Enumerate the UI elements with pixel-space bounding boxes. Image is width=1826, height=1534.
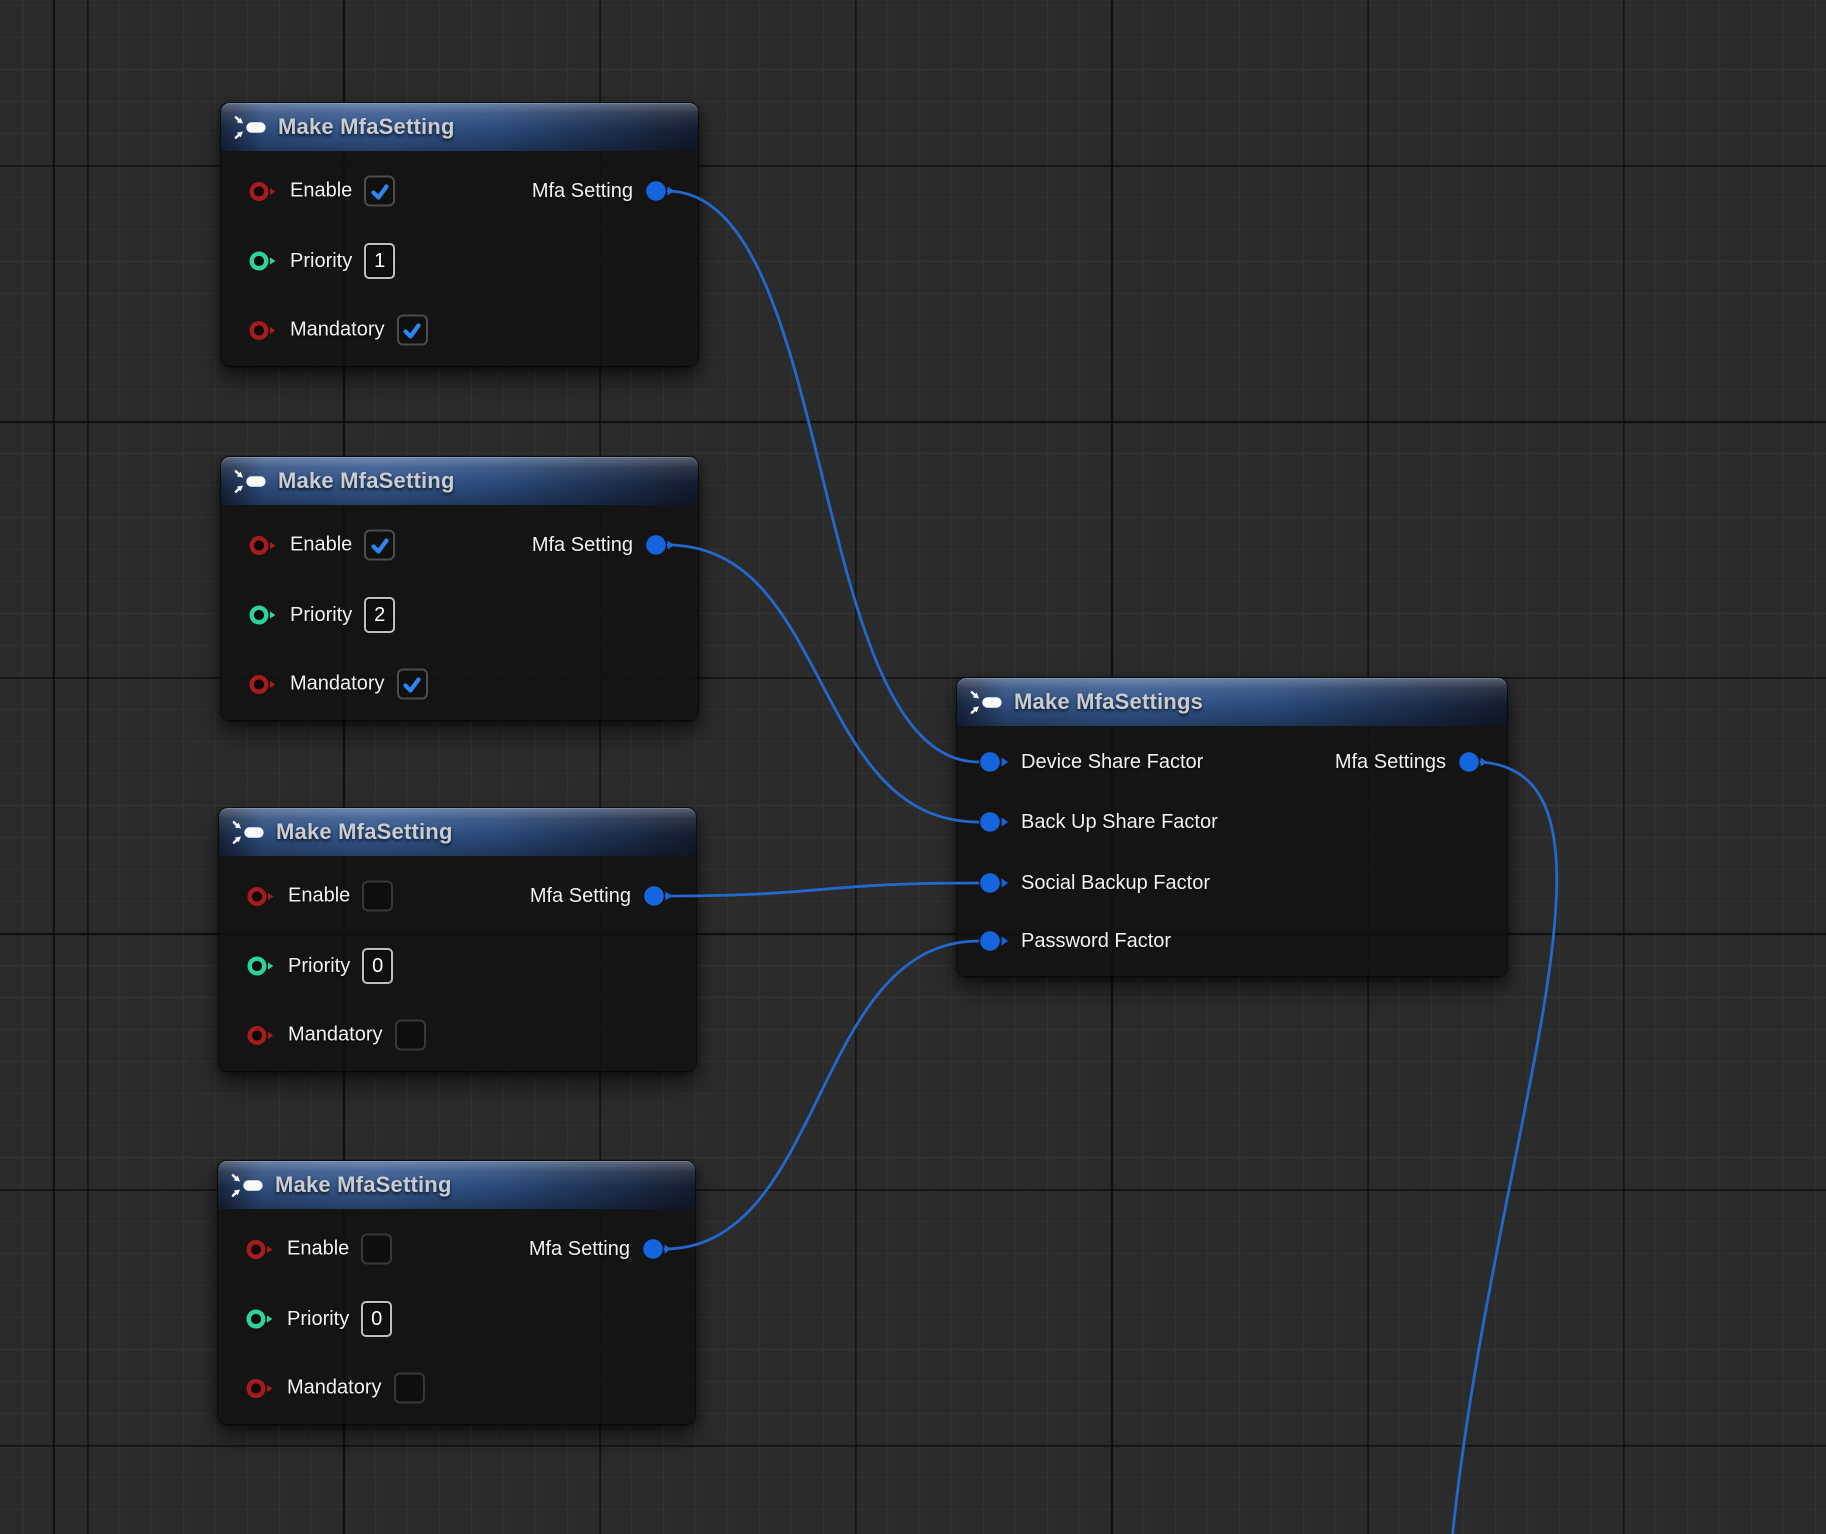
node-title: Make MfaSetting [278, 114, 455, 140]
priority-input[interactable]: 0 [362, 948, 393, 984]
struct-pin-icon[interactable] [642, 1237, 672, 1261]
pin-label: Back Up Share Factor [1021, 811, 1218, 834]
priority-input[interactable]: 1 [364, 243, 395, 279]
pin-label: Enable [287, 1238, 349, 1261]
pin-label: Mfa Setting [532, 534, 633, 557]
int-pin-icon[interactable] [246, 954, 276, 978]
bool-pin-icon[interactable] [245, 1376, 275, 1400]
make-struct-icon [231, 1173, 265, 1198]
struct-pin-icon[interactable] [979, 750, 1009, 774]
node-title: Make MfaSetting [278, 468, 455, 494]
pin-label: Device Share Factor [1021, 751, 1203, 774]
pin-label: Social Backup Factor [1021, 872, 1210, 895]
int-pin-icon[interactable] [248, 249, 278, 273]
check-icon [369, 534, 391, 556]
pin-label: Mfa Setting [532, 180, 633, 203]
int-pin-icon[interactable] [248, 603, 278, 627]
check-icon [369, 180, 391, 202]
struct-pin-icon[interactable] [979, 871, 1009, 895]
node-header[interactable]: Make MfaSettings [957, 678, 1507, 726]
struct-pin-icon[interactable] [645, 533, 675, 557]
bool-pin-icon[interactable] [248, 179, 278, 203]
enable-checkbox[interactable] [362, 881, 393, 912]
node-header[interactable]: Make MfaSetting [221, 457, 698, 505]
bool-pin-icon[interactable] [248, 318, 278, 342]
bool-pin-icon[interactable] [248, 533, 278, 557]
int-pin-icon[interactable] [245, 1307, 275, 1331]
pin-label: Mfa Setting [530, 885, 631, 908]
make-struct-icon [232, 820, 266, 845]
bool-pin-icon[interactable] [248, 672, 278, 696]
node-make-mfasettings[interactable]: Make MfaSettings Device Share Factor Bac… [957, 678, 1507, 976]
graph-canvas[interactable]: Make MfaSetting Enable Priority 1 Mandat… [0, 0, 1826, 1534]
struct-pin-icon[interactable] [979, 810, 1009, 834]
make-struct-icon [234, 115, 268, 140]
priority-input[interactable]: 2 [364, 597, 395, 633]
mandatory-checkbox[interactable] [397, 669, 428, 700]
mandatory-checkbox[interactable] [394, 1373, 425, 1404]
node-make-mfasetting-4[interactable]: Make MfaSetting Enable Priority 0 Mandat… [218, 1161, 695, 1424]
pin-label: Mandatory [290, 319, 385, 342]
bool-pin-icon[interactable] [246, 1023, 276, 1047]
wire-node4-to-password-factor[interactable] [664, 941, 979, 1249]
pin-label: Mandatory [288, 1024, 383, 1047]
struct-pin-icon[interactable] [979, 929, 1009, 953]
node-header[interactable]: Make MfaSetting [221, 103, 698, 151]
enable-checkbox[interactable] [361, 1234, 392, 1265]
pin-label: Priority [288, 955, 350, 978]
struct-pin-icon[interactable] [1458, 750, 1488, 774]
pin-label: Mandatory [290, 673, 385, 696]
bool-pin-icon[interactable] [245, 1237, 275, 1261]
pin-label: Enable [288, 885, 350, 908]
node-make-mfasetting-1[interactable]: Make MfaSetting Enable Priority 1 Mandat… [221, 103, 698, 366]
check-icon [401, 319, 423, 341]
pin-label: Mfa Setting [529, 1238, 630, 1261]
struct-pin-icon[interactable] [645, 179, 675, 203]
check-icon [401, 673, 423, 695]
node-make-mfasetting-2[interactable]: Make MfaSetting Enable Priority 2 Mandat… [221, 457, 698, 720]
wire-node1-to-device-share-factor[interactable] [667, 191, 979, 762]
pin-label: Priority [287, 1308, 349, 1331]
wire-node3-to-social-backup-factor[interactable] [665, 883, 979, 896]
enable-checkbox[interactable] [364, 530, 395, 561]
node-title: Make MfaSetting [275, 1172, 452, 1198]
make-struct-icon [970, 690, 1004, 715]
priority-input[interactable]: 0 [361, 1301, 392, 1337]
mandatory-checkbox[interactable] [395, 1020, 426, 1051]
pin-label: Password Factor [1021, 930, 1171, 953]
node-make-mfasetting-3[interactable]: Make MfaSetting Enable Priority 0 Mandat… [219, 808, 696, 1071]
pin-label: Enable [290, 534, 352, 557]
mandatory-checkbox[interactable] [397, 315, 428, 346]
node-title: Make MfaSettings [1014, 689, 1203, 715]
enable-checkbox[interactable] [364, 176, 395, 207]
struct-pin-icon[interactable] [643, 884, 673, 908]
pin-label: Enable [290, 180, 352, 203]
pin-label: Mfa Settings [1335, 751, 1446, 774]
pin-label: Priority [290, 604, 352, 627]
pin-label: Priority [290, 250, 352, 273]
wire-node2-to-backup-share-factor[interactable] [667, 545, 979, 822]
node-header[interactable]: Make MfaSetting [219, 808, 696, 856]
node-title: Make MfaSetting [276, 819, 453, 845]
make-struct-icon [234, 469, 268, 494]
bool-pin-icon[interactable] [246, 884, 276, 908]
pin-label: Mandatory [287, 1377, 382, 1400]
node-header[interactable]: Make MfaSetting [218, 1161, 695, 1209]
